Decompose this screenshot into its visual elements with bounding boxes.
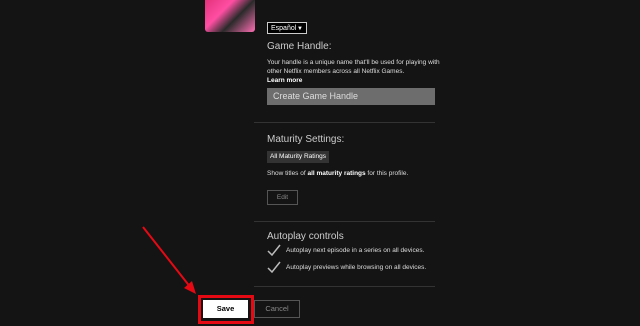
annotation-arrow-icon xyxy=(142,226,196,294)
save-button[interactable]: Save xyxy=(203,300,248,318)
cancel-button[interactable]: Cancel xyxy=(254,300,300,318)
